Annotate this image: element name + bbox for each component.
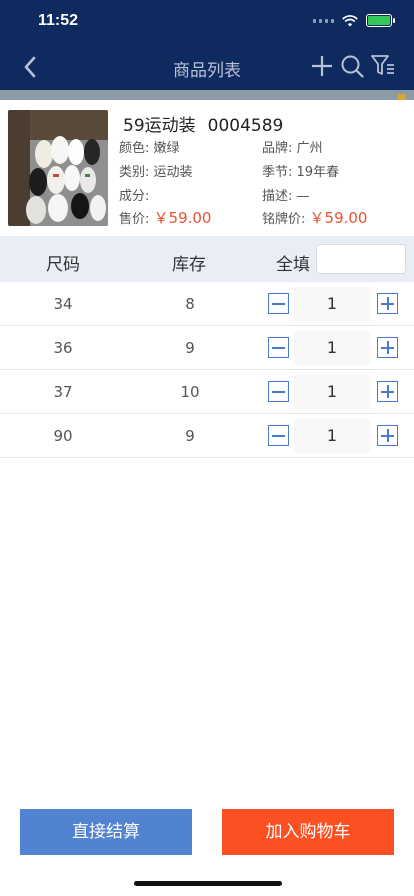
product-category: 类别: 运动装	[119, 161, 193, 180]
color-label: 颜色:	[119, 141, 150, 156]
tag-price-label: 铭牌价:	[262, 212, 306, 227]
increment-button[interactable]	[377, 337, 398, 358]
product-tag-price: 铭牌价: ￥59.00	[262, 207, 367, 228]
product-brand: 品牌: 广州	[262, 137, 323, 156]
size-cell: 36	[53, 339, 73, 357]
stock-cell: 8	[185, 295, 195, 313]
product-name: 59运动装	[123, 116, 196, 136]
product-price: 售价: ￥59.00	[119, 207, 211, 228]
product-description: 描述: —	[262, 185, 310, 204]
stock-cell: 9	[185, 339, 195, 357]
price-label: 售价:	[119, 212, 150, 227]
cellular-signal-icon	[313, 18, 334, 23]
bottom-action-bar: 直接结算 加入购物车	[0, 800, 414, 864]
product-color: 颜色: 嫩绿	[119, 137, 180, 156]
table-row: 36 9 1	[0, 326, 414, 370]
table-row: 37 10 1	[0, 370, 414, 414]
table-row: 34 8 1	[0, 282, 414, 326]
battery-icon	[366, 14, 395, 27]
brand-value: 广州	[296, 141, 323, 156]
quantity-field[interactable]: 1	[294, 419, 370, 453]
size-cell: 37	[53, 383, 73, 401]
status-bar: 11:52	[0, 0, 414, 44]
tag-price-value: ￥59.00	[309, 209, 368, 227]
description-label: 描述:	[262, 189, 293, 204]
decrement-button[interactable]	[268, 425, 289, 446]
category-value: 运动装	[153, 165, 193, 180]
nav-bar: 商品列表	[0, 44, 414, 90]
add-to-cart-button[interactable]: 加入购物车	[222, 809, 394, 855]
brand-label: 品牌:	[262, 141, 293, 156]
category-label: 类别:	[119, 165, 150, 180]
filter-icon[interactable]	[370, 53, 396, 79]
season-value: 19年春	[296, 165, 340, 180]
checkout-button[interactable]: 直接结算	[20, 809, 192, 855]
size-cell: 90	[53, 427, 73, 445]
season-label: 季节:	[262, 165, 293, 180]
description-value: —	[296, 189, 310, 204]
product-material: 成分:	[119, 185, 149, 204]
increment-button[interactable]	[377, 425, 398, 446]
status-time: 11:52	[38, 12, 79, 29]
material-label: 成分:	[119, 189, 150, 204]
price-value: ￥59.00	[153, 209, 212, 227]
size-cell: 34	[53, 295, 73, 313]
increment-button[interactable]	[377, 293, 398, 314]
home-indicator[interactable]	[134, 881, 282, 886]
quantity-field[interactable]: 1	[294, 375, 370, 409]
decrement-button[interactable]	[268, 381, 289, 402]
plus-icon[interactable]	[310, 54, 334, 78]
search-icon[interactable]	[340, 54, 364, 78]
product-image	[8, 110, 108, 226]
fill-all-label: 全填	[276, 255, 310, 275]
decrement-button[interactable]	[268, 293, 289, 314]
product-card: 59运动装 0004589 颜色: 嫩绿 品牌: 广州 类别: 运动装 季节: 1…	[0, 100, 414, 236]
product-season: 季节: 19年春	[262, 161, 339, 180]
product-code: 0004589	[207, 116, 284, 136]
quantity-field[interactable]: 1	[294, 287, 370, 321]
wifi-icon	[342, 14, 358, 27]
stock-column-header: 库存	[172, 255, 206, 275]
quantity-field[interactable]: 1	[294, 331, 370, 365]
increment-button[interactable]	[377, 381, 398, 402]
size-column-header: 尺码	[46, 255, 80, 275]
status-icons	[313, 14, 395, 27]
stock-cell: 10	[180, 383, 200, 401]
stock-cell: 9	[185, 427, 195, 445]
decrement-button[interactable]	[268, 337, 289, 358]
product-title: 59运动装 0004589	[123, 111, 283, 136]
color-value: 嫩绿	[153, 141, 180, 156]
size-table-header: 尺码 库存 全填	[0, 236, 414, 282]
fill-all-input[interactable]	[316, 244, 406, 274]
table-row: 90 9 1	[0, 414, 414, 458]
